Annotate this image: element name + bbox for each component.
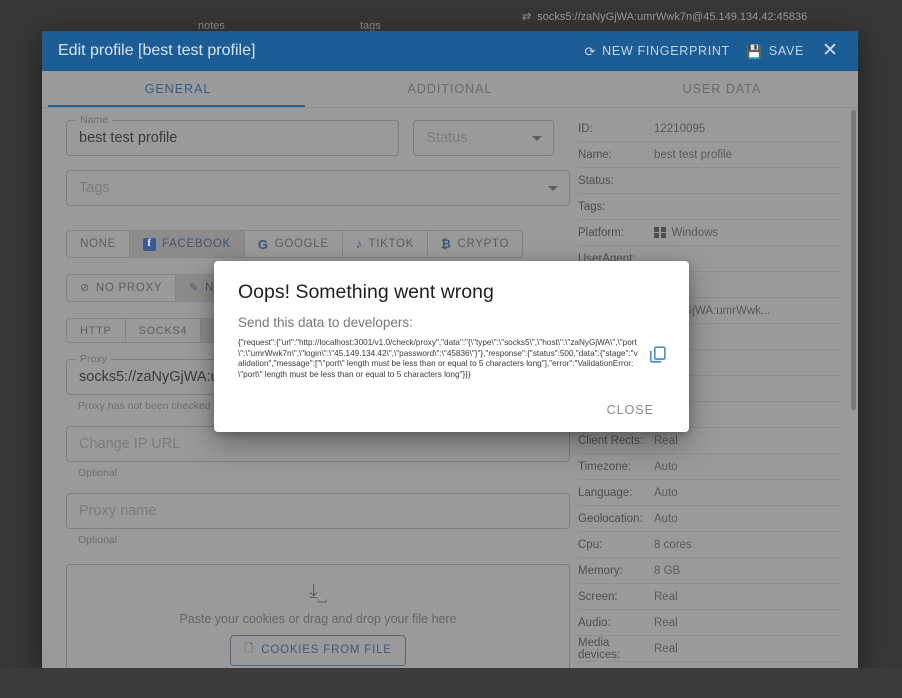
error-dialog: Oops! Something went wrong Send this dat… xyxy=(214,261,689,432)
error-dialog-footer: CLOSE xyxy=(214,387,689,432)
bottom-edge xyxy=(0,668,902,698)
error-dialog-title: Oops! Something went wrong xyxy=(214,261,689,304)
error-payload-text: {"request":{"url":"http://localhost:3001… xyxy=(238,338,645,380)
copy-icon[interactable] xyxy=(647,344,669,366)
error-dialog-body: {"request":{"url":"http://localhost:3001… xyxy=(214,330,689,387)
error-dialog-subtitle: Send this data to developers: xyxy=(214,304,689,330)
dialog-close-button[interactable]: CLOSE xyxy=(598,396,663,424)
